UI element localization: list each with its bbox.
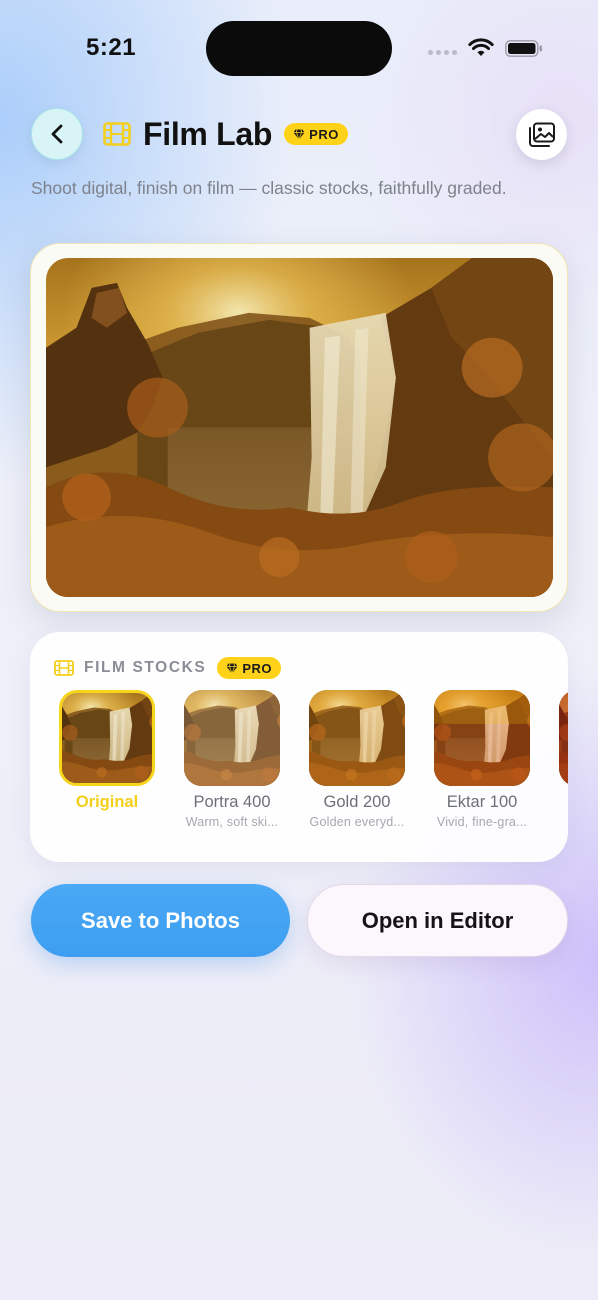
battery-icon — [505, 40, 542, 57]
film-icon — [54, 660, 74, 676]
film-icon — [103, 122, 131, 146]
photo-gallery-icon — [528, 122, 555, 147]
film-stock-thumbnail — [559, 690, 568, 786]
film-stock-description: Vivid, fine-gra... — [436, 815, 528, 829]
gallery-button[interactable] — [516, 109, 567, 160]
film-stock-description: Pu — [559, 793, 568, 807]
diamond-icon — [293, 128, 305, 140]
preview-photo — [46, 258, 553, 597]
pro-badge-label: PRO — [309, 126, 339, 142]
film-stock-ektar-100[interactable]: Ektar 100 Vivid, fine-gra... — [434, 690, 530, 829]
pro-badge-label: PRO — [242, 660, 273, 676]
film-stocks-header: FILM STOCKS PRO — [54, 656, 282, 680]
pro-badge: PRO — [284, 123, 348, 145]
film-stocks-label: FILM STOCKS — [84, 659, 207, 676]
film-stock-original[interactable]: Original — [59, 690, 155, 812]
back-button[interactable] — [31, 108, 83, 160]
status-bar: 5:21 — [0, 0, 598, 96]
film-stock-thumbnail — [59, 690, 155, 786]
wifi-icon — [468, 38, 494, 56]
cellular-signal-icon — [428, 50, 457, 55]
film-stock-name: Gold 200 — [323, 793, 391, 811]
dynamic-island — [206, 21, 392, 76]
film-stock-thumbnail — [184, 690, 280, 786]
preview-card — [30, 243, 568, 612]
film-stock-gold-200[interactable]: Gold 200 Golden everyd... — [309, 690, 405, 829]
open-in-editor-button[interactable]: Open in Editor — [307, 884, 568, 957]
waterfall-photo — [46, 258, 553, 597]
film-stock-name: Portra 400 — [193, 793, 271, 811]
film-stock-thumbnail — [309, 690, 405, 786]
film-stock-description: Golden everyd... — [309, 815, 405, 829]
film-stocks-panel: FILM STOCKS PRO Original Portra 400 Warm… — [30, 632, 568, 862]
diamond-icon — [226, 662, 238, 674]
film-stock-portra-400[interactable]: Portra 400 Warm, soft ski... — [184, 690, 280, 829]
page-title: Film Lab — [143, 115, 273, 152]
film-stock-thumbnail — [434, 690, 530, 786]
status-time: 5:21 — [86, 34, 137, 61]
film-stock-name: Original — [75, 793, 139, 811]
film-stock-next-partial[interactable]: Pu — [559, 690, 568, 807]
chevron-left-icon — [51, 124, 63, 144]
pro-badge: PRO — [217, 657, 282, 679]
film-stock-name: Ektar 100 — [446, 793, 518, 811]
film-stocks-carousel[interactable]: Original Portra 400 Warm, soft ski... Go… — [59, 690, 568, 840]
film-stock-description: Warm, soft ski... — [185, 815, 279, 829]
title-row: Film Lab PRO — [103, 114, 348, 154]
page-subtitle: Shoot digital, finish on film — classic … — [31, 178, 507, 198]
save-to-photos-button[interactable]: Save to Photos — [31, 884, 290, 957]
